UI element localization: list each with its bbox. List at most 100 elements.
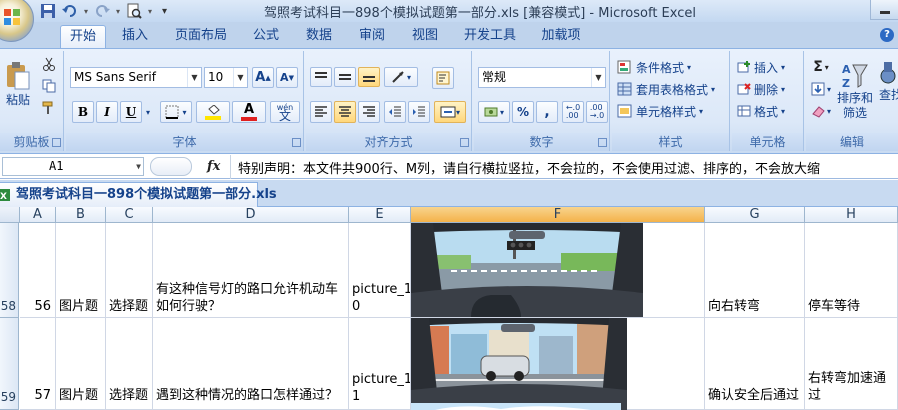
- font-color-button[interactable]: A: [232, 101, 266, 123]
- print-preview-icon[interactable]: [126, 3, 142, 19]
- tab-page-layout[interactable]: 页面布局: [164, 25, 238, 48]
- redo-icon[interactable]: [94, 3, 111, 19]
- paste-button[interactable]: 粘贴: [2, 53, 34, 115]
- merge-center-button[interactable]: ▾: [434, 101, 466, 123]
- undo-dropdown-icon[interactable]: ▾: [84, 7, 88, 16]
- table-cell[interactable]: 图片题: [56, 318, 106, 410]
- table-cell[interactable]: picture_1 1: [349, 318, 411, 410]
- borders-button[interactable]: ▾: [160, 101, 192, 123]
- table-cell[interactable]: 有这种信号灯的路口允许机动车 如何行驶？: [153, 223, 349, 318]
- tab-data[interactable]: 数据: [296, 25, 342, 48]
- format-cells-button[interactable]: 格式 ▾: [736, 101, 786, 121]
- table-cell[interactable]: 选择题: [106, 223, 153, 318]
- number-launcher-icon[interactable]: [598, 138, 607, 147]
- format-painter-button[interactable]: [38, 99, 60, 117]
- tab-home[interactable]: 开始: [60, 25, 106, 48]
- column-header-e[interactable]: E: [349, 207, 411, 223]
- accounting-format-button[interactable]: ▾: [478, 101, 510, 123]
- clear-button[interactable]: ▾: [808, 101, 834, 121]
- table-cell[interactable]: 停车等待: [805, 223, 898, 318]
- font-launcher-icon[interactable]: [292, 138, 301, 147]
- grow-font-button[interactable]: A ▲: [252, 67, 274, 88]
- font-size-combo[interactable]: 10 ▼: [204, 67, 248, 88]
- percent-button[interactable]: %: [512, 101, 534, 123]
- insert-cells-button[interactable]: 插入 ▾: [736, 57, 786, 77]
- name-box[interactable]: A1 ▼: [2, 157, 144, 176]
- redo-dropdown-icon[interactable]: ▾: [116, 7, 120, 16]
- tab-insert[interactable]: 插入: [112, 25, 158, 48]
- underline-dropdown-icon[interactable]: ▾: [142, 101, 154, 123]
- column-header-d[interactable]: D: [153, 207, 349, 223]
- table-cell[interactable]: 选择题: [106, 318, 153, 410]
- minimize-button[interactable]: [870, 0, 898, 20]
- align-top-button[interactable]: [310, 67, 332, 87]
- tab-addins[interactable]: 加载项: [532, 25, 590, 48]
- alignment-launcher-icon[interactable]: [460, 138, 469, 147]
- select-all-corner[interactable]: [0, 207, 20, 223]
- find-select-button[interactable]: 查找: [878, 55, 898, 127]
- orientation-button[interactable]: ▾: [384, 67, 418, 87]
- table-cell[interactable]: 向右转弯: [705, 223, 805, 318]
- formula-bar-resize-handle[interactable]: [150, 157, 192, 176]
- help-icon[interactable]: ?: [880, 28, 894, 42]
- print-preview-dropdown-icon[interactable]: ▾: [148, 7, 152, 16]
- row-header[interactable]: 59: [0, 318, 19, 410]
- number-format-combo[interactable]: 常规 ▼: [478, 67, 606, 88]
- fill-color-button[interactable]: [196, 101, 230, 123]
- workbook-tab[interactable]: X 驾照考试科目一898个模拟试题第一部分.xls: [0, 182, 277, 207]
- sort-filter-button[interactable]: AZ 排序和 筛选: [836, 55, 874, 127]
- save-icon[interactable]: [40, 3, 56, 19]
- align-middle-button[interactable]: [334, 67, 356, 87]
- increase-decimal-button[interactable]: ←.0.00: [562, 101, 584, 123]
- shrink-font-button[interactable]: A ▼: [276, 67, 298, 88]
- row-header[interactable]: 58: [0, 223, 19, 318]
- column-header-a[interactable]: A: [20, 207, 56, 223]
- bold-button[interactable]: B: [72, 101, 94, 123]
- delete-cells-button[interactable]: 删除 ▾: [736, 79, 786, 99]
- autosum-button[interactable]: Σ ▾: [808, 57, 834, 77]
- decrease-decimal-button[interactable]: .00 →.0: [586, 101, 608, 123]
- wrap-text-button[interactable]: [432, 67, 454, 89]
- copy-button[interactable]: [38, 77, 60, 95]
- align-center-button[interactable]: [334, 101, 356, 123]
- column-header-g[interactable]: G: [705, 207, 805, 223]
- font-name-combo[interactable]: MS Sans Serif ▼: [70, 67, 202, 88]
- table-cell[interactable]: 56: [20, 223, 56, 318]
- tab-formulas[interactable]: 公式: [244, 25, 288, 48]
- insert-function-button[interactable]: fx: [207, 159, 220, 174]
- undo-icon[interactable]: [62, 3, 78, 19]
- align-right-button[interactable]: [358, 101, 380, 123]
- increase-indent-button[interactable]: [408, 101, 430, 123]
- conditional-formatting-button[interactable]: 条件格式 ▾: [616, 57, 692, 77]
- align-left-button[interactable]: [310, 101, 332, 123]
- cut-button[interactable]: [38, 55, 60, 73]
- format-as-table-button[interactable]: 套用表格格式 ▾: [616, 79, 716, 99]
- decrease-indent-button[interactable]: [384, 101, 406, 123]
- column-header-b[interactable]: B: [56, 207, 106, 223]
- table-cell[interactable]: picture_1 0: [349, 223, 411, 318]
- table-cell[interactable]: 图片题: [56, 223, 106, 318]
- cell-styles-button[interactable]: 单元格样式 ▾: [616, 101, 704, 121]
- column-header-c[interactable]: C: [106, 207, 153, 223]
- column-header-h[interactable]: H: [805, 207, 898, 223]
- question-picture-intersection[interactable]: [411, 318, 627, 410]
- tab-developer[interactable]: 开发工具: [456, 25, 524, 48]
- customize-icon[interactable]: ▾: [162, 6, 167, 17]
- tab-review[interactable]: 审阅: [350, 25, 394, 48]
- question-picture-next[interactable]: [411, 403, 621, 410]
- clipboard-launcher-icon[interactable]: [52, 138, 61, 147]
- formula-input[interactable]: 特别声明：本文件共900行、M列，请自行横拉竖拉，不会拉的，不会使用过滤、排序的…: [238, 158, 820, 177]
- phonetic-button[interactable]: wén 文: [270, 101, 300, 123]
- table-cell[interactable]: 遇到这种情况的路口怎样通过？: [153, 318, 349, 410]
- tab-view[interactable]: 视图: [402, 25, 448, 48]
- column-header-f[interactable]: F: [411, 207, 705, 223]
- italic-button[interactable]: I: [96, 101, 118, 123]
- align-bottom-button[interactable]: [358, 67, 380, 87]
- table-cell[interactable]: 确认安全后通过: [705, 318, 805, 410]
- fill-button[interactable]: ▾: [808, 79, 834, 99]
- question-picture-traffic-light[interactable]: [411, 223, 643, 317]
- comma-button[interactable]: ,: [536, 101, 558, 123]
- table-cell[interactable]: 57: [20, 318, 56, 410]
- underline-button[interactable]: U: [120, 101, 142, 123]
- table-cell[interactable]: 右转弯加速通过: [805, 318, 898, 410]
